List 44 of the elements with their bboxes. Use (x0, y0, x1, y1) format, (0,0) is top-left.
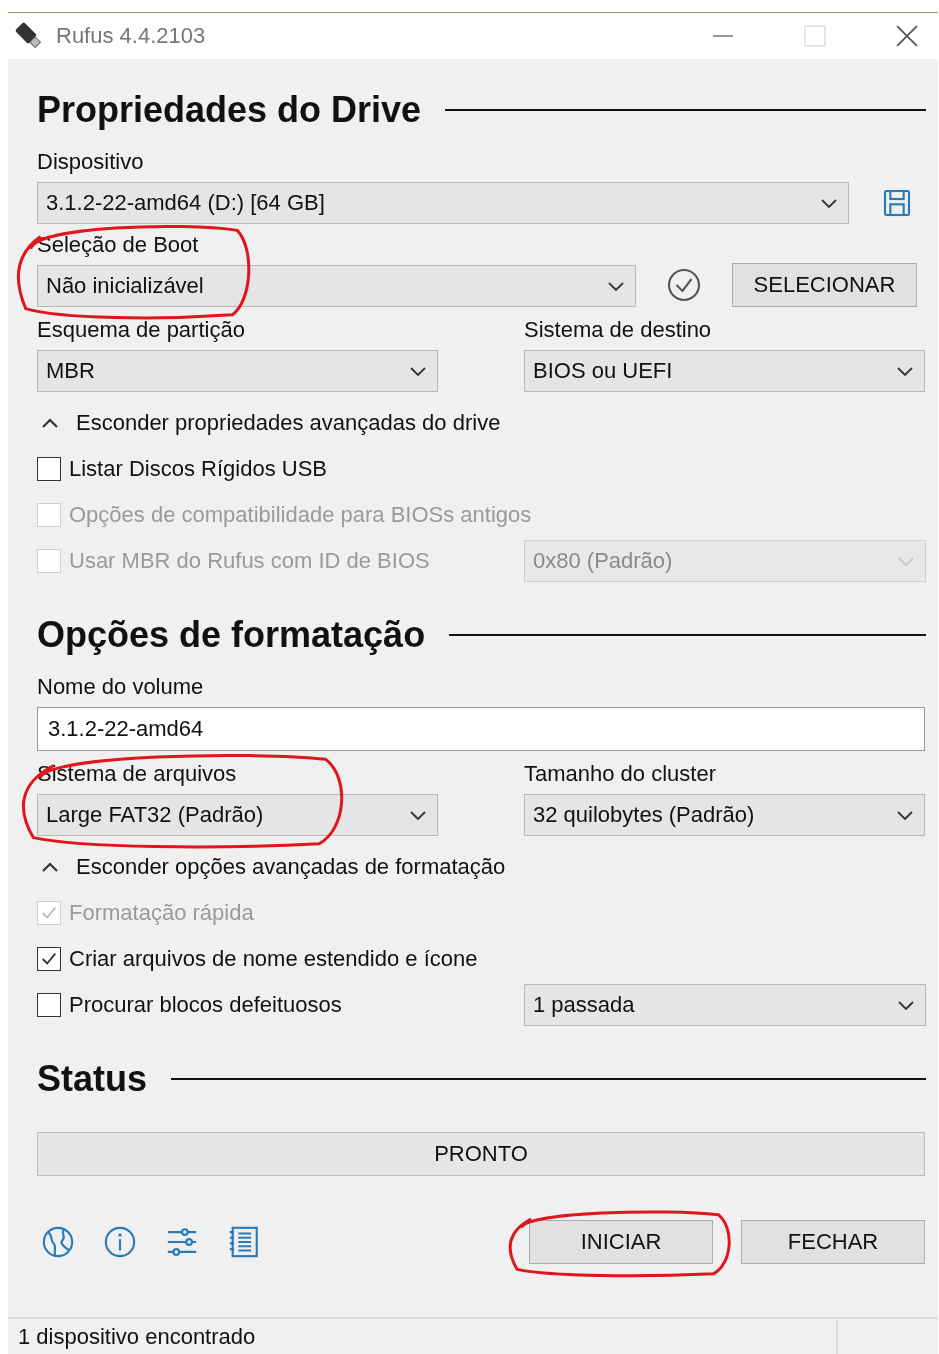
checkbox-label: Criar arquivos de nome estendido e ícone (69, 946, 478, 972)
checkbox-label: Procurar blocos defeituosos (69, 992, 342, 1018)
window-title: Rufus 4.4.2103 (56, 23, 206, 49)
sliders-icon[interactable] (165, 1225, 199, 1259)
section-heading: Opções de formatação (37, 614, 426, 656)
dropdown[interactable]: MBR (37, 350, 438, 392)
checkbox[interactable] (37, 457, 61, 481)
section-heading: Status (37, 1058, 148, 1100)
status-text: 1 dispositivo encontrado (18, 1324, 257, 1350)
checkmark-icon (40, 904, 58, 922)
dropdown[interactable]: 1 passada (524, 984, 926, 1026)
close-button[interactable]: FECHAR (741, 1220, 925, 1264)
field-label: Tamanho do cluster (524, 761, 717, 787)
field-label: Seleção de Boot (37, 232, 200, 258)
checkmark-icon (40, 950, 58, 968)
section-heading: Propriedades do Drive (37, 89, 422, 131)
dropdown[interactable]: 32 quilobytes (Padrão) (524, 794, 925, 836)
expand-toggle[interactable]: Esconder propriedades avançadas do drive (37, 410, 926, 436)
field-label: Dispositivo (37, 149, 145, 175)
select-button[interactable]: SELECIONAR (732, 263, 917, 307)
close-icon[interactable] (896, 25, 918, 47)
notebook-icon[interactable] (227, 1225, 261, 1259)
save-icon[interactable] (881, 187, 913, 219)
info-icon[interactable] (103, 1225, 137, 1259)
checkbox-label: Formatação rápida (69, 900, 254, 926)
checkbox-label: Opções de compatibilidade para BIOSs antigos (69, 502, 532, 528)
field-label: Nome do volume (37, 674, 205, 700)
checkbox[interactable] (37, 947, 61, 971)
field-label: Esquema de partição (37, 317, 246, 343)
dropdown[interactable]: 3.1.2-22-amd64 (D:) [64 GB] (37, 182, 849, 224)
usb-drive-icon (14, 21, 44, 51)
checkbox-label: Usar MBR do Rufus com ID de BIOS (69, 548, 430, 574)
start-button[interactable]: INICIAR (529, 1220, 713, 1264)
dropdown[interactable]: Não inicializável (37, 265, 636, 307)
expand-toggle[interactable]: Esconder opções avançadas de formatação (37, 854, 926, 880)
dropdown[interactable]: BIOS ou UEFI (524, 350, 925, 392)
checkbox-label: Listar Discos Rígidos USB (69, 456, 327, 482)
field-label: Sistema de destino (524, 317, 713, 343)
volume-name-field[interactable]: 3.1.2-22-amd64 (37, 707, 925, 751)
globe-icon[interactable] (41, 1225, 75, 1259)
dropdown[interactable]: Large FAT32 (Padrão) (37, 794, 438, 836)
check-circle-icon[interactable] (666, 267, 702, 303)
checkbox[interactable] (37, 993, 61, 1017)
field-label: Sistema de arquivos (37, 761, 238, 787)
